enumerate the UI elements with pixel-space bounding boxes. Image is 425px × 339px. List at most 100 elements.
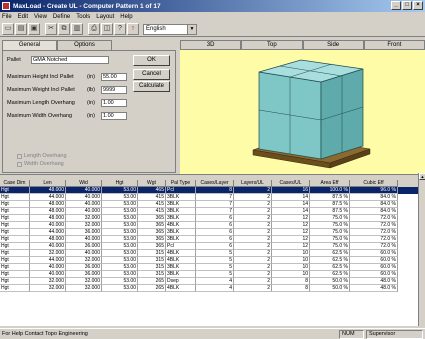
table-cell: 365 xyxy=(138,215,166,222)
save-icon[interactable]: ▣ xyxy=(28,23,40,35)
table-cell: 2 xyxy=(234,222,272,229)
minimize-button[interactable]: _ xyxy=(391,1,401,10)
table-cell: 2 xyxy=(234,194,272,201)
table-row[interactable]: Hgt 32.000 40.000 53.00 315 4BLK 5 2 10 62.5 % 60.… xyxy=(0,250,418,257)
tab-options[interactable]: Options xyxy=(57,40,112,50)
pallet-3d-view[interactable] xyxy=(180,50,425,174)
table-cell: 2 xyxy=(234,236,272,243)
table-cell: 53.00 xyxy=(102,215,138,222)
table-cell: 75.0 % xyxy=(310,215,350,222)
menu-bar: File Edit View Define Tools Layout Help xyxy=(0,12,425,22)
table-row[interactable]: Hgt 40.000 36.000 53.00 315 3BLK 5 2 10 62.5 % 60.… xyxy=(0,264,418,271)
table-row[interactable]: Hgt 48.000 40.000 53.00 465 Pcl 8 2 16 100.0 % 96.… xyxy=(0,187,418,194)
menu-view[interactable]: View xyxy=(34,14,47,20)
table-row[interactable]: Hgt 40.000 36.000 53.00 315 3BLK 5 2 10 62.5 % 60.… xyxy=(0,271,418,278)
table-cell: Hgt xyxy=(0,250,30,257)
table-row[interactable]: Hgt 40.000 32.000 53.00 365 4BLK 6 2 12 75.0 % 72.… xyxy=(0,222,418,229)
table-cell: 365 xyxy=(138,222,166,229)
menu-layout[interactable]: Layout xyxy=(96,14,114,20)
table-cell: 10 xyxy=(272,257,310,264)
table-cell: 6 xyxy=(196,243,234,250)
table-row[interactable]: Hgt 32.000 32.000 53.00 265 4BLK 4 2 8 50.0 % 48.0… xyxy=(0,285,418,292)
table-row[interactable]: Hgt 32.000 32.000 53.00 265 Dsep 4 2 8 50.0 % 48.0… xyxy=(0,278,418,285)
table-cell: Hgt xyxy=(0,215,30,222)
table-cell: 415 xyxy=(138,201,166,208)
table-cell: 6 xyxy=(196,222,234,229)
paste-icon[interactable]: ▥ xyxy=(71,23,83,35)
tab-3d[interactable]: 3D xyxy=(180,40,242,50)
table-cell: 40.000 xyxy=(66,208,102,215)
maximize-button[interactable]: □ xyxy=(402,1,412,10)
table-cell: 62.5 % xyxy=(310,271,350,278)
scroll-up-icon[interactable]: ▲ xyxy=(419,173,425,180)
cut-icon[interactable]: ✂ xyxy=(45,23,57,35)
table-cell: 48.000 xyxy=(30,201,66,208)
table-cell: 4 xyxy=(196,285,234,292)
user-indicator: Supervisor xyxy=(366,330,423,339)
close-button[interactable]: × xyxy=(413,1,423,10)
table-row[interactable]: Hgt 44.000 32.000 53.00 315 4BLK 5 2 10 62.5 % 60.… xyxy=(0,257,418,264)
table-cell: 8 xyxy=(196,187,234,194)
table-cell: 8 xyxy=(272,285,310,292)
table-row[interactable]: Hgt 44.000 36.000 53.00 365 3BLK 6 2 12 75.0 % 72.… xyxy=(0,229,418,236)
max-length-overhang-label: Maximum Length Overhang xyxy=(7,100,75,106)
max-width-overhang-input[interactable]: 1.00 xyxy=(101,112,127,120)
table-cell: 2 xyxy=(234,285,272,292)
max-weight-label: Maximum Weight Incl Pallet xyxy=(7,87,75,93)
max-height-input[interactable]: 55.00 xyxy=(101,73,127,81)
table-cell: 5 xyxy=(196,257,234,264)
table-cell: 32.000 xyxy=(30,285,66,292)
pallet-select[interactable]: GMA Notched xyxy=(31,56,109,64)
tab-general[interactable]: General xyxy=(2,40,57,50)
copy-icon[interactable]: ⧉ xyxy=(58,23,70,35)
menu-tools[interactable]: Tools xyxy=(76,14,90,20)
table-cell: 6 xyxy=(196,236,234,243)
table-cell: Hgt xyxy=(0,229,30,236)
open-icon[interactable]: ▤ xyxy=(15,23,27,35)
table-cell: 53.00 xyxy=(102,271,138,278)
table-cell: 40.000 xyxy=(66,187,102,194)
menu-help[interactable]: Help xyxy=(120,14,132,20)
tab-side[interactable]: Side xyxy=(302,40,364,50)
table-row[interactable]: Hgt 48.000 40.000 53.00 415 3BLK 7 2 14 87.5 % 84.… xyxy=(0,201,418,208)
table-cell: Hgt xyxy=(0,187,30,194)
table-cell: 40.000 xyxy=(30,271,66,278)
tab-top[interactable]: Top xyxy=(241,40,303,50)
tab-front[interactable]: Front xyxy=(363,40,425,50)
table-cell: 4BLK xyxy=(166,222,196,229)
vertical-scrollbar[interactable]: ▲ xyxy=(418,173,425,326)
help-icon[interactable]: ? xyxy=(114,23,126,35)
table-cell: 62.5 % xyxy=(310,264,350,271)
max-weight-input[interactable]: 9999 xyxy=(101,86,127,94)
calculate-button[interactable]: Calculate xyxy=(133,81,170,92)
table-cell: Hgt xyxy=(0,208,30,215)
table-cell: 2 xyxy=(234,278,272,285)
menu-file[interactable]: File xyxy=(2,14,12,20)
ok-button[interactable]: OK xyxy=(133,55,170,66)
table-row[interactable]: Hgt 48.000 40.000 53.00 415 3BLK 7 2 14 87.5 % 84.… xyxy=(0,208,418,215)
menu-define[interactable]: Define xyxy=(53,14,70,20)
table-cell: 60.0 % xyxy=(350,264,398,271)
table-cell: 40.000 xyxy=(30,222,66,229)
table-cell: 8 xyxy=(272,278,310,285)
table-cell: Hgt xyxy=(0,201,30,208)
table-row[interactable]: Hgt 40.000 36.000 53.00 365 Pcl 6 2 12 75.0 % 72.0… xyxy=(0,243,418,250)
table-cell: 87.5 % xyxy=(310,201,350,208)
length-overhang-checkbox[interactable]: Length Overhang xyxy=(17,153,67,159)
table-row[interactable]: Hgt 48.000 40.000 53.00 365 3BLK 6 2 12 75.0 % 72.… xyxy=(0,236,418,243)
arrow-up-icon[interactable]: ↑ xyxy=(127,23,139,35)
cancel-button[interactable]: Cancel xyxy=(133,69,170,80)
table-row[interactable]: Hgt 44.000 40.000 53.00 415 3BLK 7 2 14 87.5 % 84.… xyxy=(0,194,418,201)
new-icon[interactable]: ▭ xyxy=(2,23,14,35)
table-cell: 40.000 xyxy=(66,194,102,201)
max-length-overhang-input[interactable]: 1.00 xyxy=(101,99,127,107)
window-title: MaxLoad - Create UL - Computer Pattern 1… xyxy=(13,2,161,10)
preview-icon[interactable]: ◫ xyxy=(101,23,113,35)
width-overhang-checkbox[interactable]: Width Overhang xyxy=(17,161,64,167)
print-icon[interactable]: ⎙ xyxy=(88,23,100,35)
table-cell: 48.000 xyxy=(30,208,66,215)
menu-edit[interactable]: Edit xyxy=(18,14,28,20)
table-cell: 2 xyxy=(234,243,272,250)
language-select[interactable]: English ▼ xyxy=(143,23,197,35)
table-row[interactable]: Hgt 48.000 32.000 53.00 365 3BLK 6 2 12 75.0 % 72.… xyxy=(0,215,418,222)
